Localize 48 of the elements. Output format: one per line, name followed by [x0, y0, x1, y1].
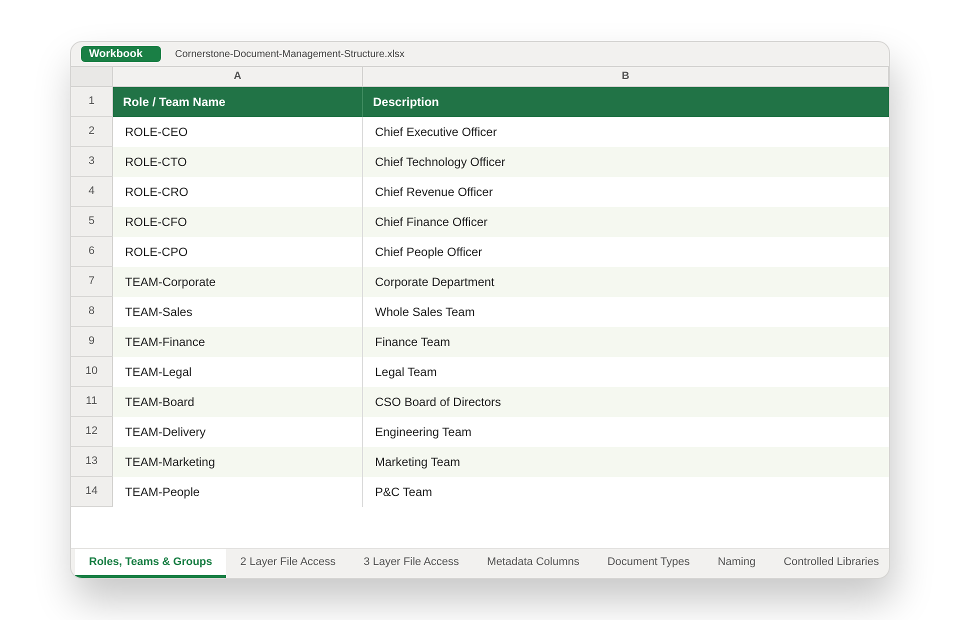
table-cell: Chief Finance Officer — [363, 207, 889, 237]
sheet-tab[interactable]: Document Types — [593, 549, 704, 578]
sheet-tab[interactable]: 3 Layer File Access — [350, 549, 474, 578]
sheet-tab[interactable]: Controlled Libraries — [770, 549, 889, 578]
row-header[interactable]: 14 — [71, 477, 113, 507]
row-header[interactable]: 6 — [71, 237, 113, 267]
column-header[interactable]: A — [113, 66, 363, 87]
row-header[interactable]: 2 — [71, 117, 113, 147]
table-cell-text: Engineering Team — [374, 424, 473, 441]
table-cell-text: Chief Revenue Officer — [374, 184, 494, 201]
table-cell: CSO Board of Directors — [363, 387, 889, 417]
table-cell: ROLE-CTO — [113, 147, 363, 177]
table-cell: Corporate Department — [363, 267, 889, 297]
row-header[interactable]: 8 — [71, 297, 113, 327]
row-header[interactable]: 4 — [71, 177, 113, 207]
row-header[interactable]: 9 — [71, 327, 113, 357]
row-header[interactable]: 11 — [71, 387, 113, 417]
table-cell-text: Chief Executive Officer — [374, 124, 498, 141]
row-header[interactable]: 3 — [71, 147, 113, 177]
table-cell: Marketing Team — [363, 447, 889, 477]
row-header[interactable]: 7 — [71, 267, 113, 297]
table-cell-text: Legal Team — [374, 364, 438, 381]
table-cell: TEAM-Board — [113, 387, 363, 417]
table-cell: TEAM-People — [113, 477, 363, 507]
sheet-tab[interactable]: Naming — [704, 549, 770, 578]
table-cell: TEAM-Marketing — [113, 447, 363, 477]
table-cell-text: Chief People Officer — [374, 244, 484, 261]
column-header[interactable]: B — [363, 66, 889, 87]
table-cell-text: P&C Team — [374, 484, 434, 501]
table-cell: TEAM-Finance — [113, 327, 363, 357]
row-header[interactable]: 1 — [71, 87, 113, 117]
table-cell: Chief Technology Officer — [363, 147, 889, 177]
file-name: Cornerstone-Document-Management-Structure.xlsx — [175, 48, 405, 62]
select-all-corner[interactable] — [71, 66, 113, 87]
sheet-tab[interactable]: Roles, Teams & Groups — [75, 549, 226, 578]
table-cell: ROLE-CFO — [113, 207, 363, 237]
row-header[interactable]: 5 — [71, 207, 113, 237]
sheet-tab[interactable]: 2 Layer File Access — [226, 549, 350, 578]
table-cell: TEAM-Corporate — [113, 267, 363, 297]
row-header[interactable]: 13 — [71, 447, 113, 477]
header-cell: Role / Team Name — [113, 87, 363, 117]
table-cell-text: Whole Sales Team — [374, 304, 476, 321]
row-header[interactable]: 12 — [71, 417, 113, 447]
sheet-tab[interactable]: Metadata Columns — [473, 549, 594, 578]
row-header[interactable]: 10 — [71, 357, 113, 387]
header-cell: Description — [363, 87, 889, 117]
workbook-tag: Workbook — [81, 46, 161, 62]
table-cell: Finance Team — [363, 327, 889, 357]
